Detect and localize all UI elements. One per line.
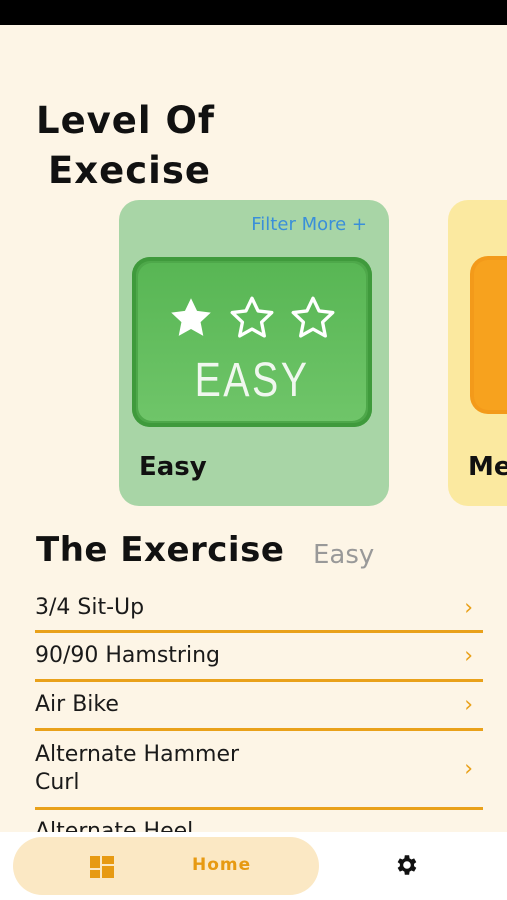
dashboard-icon [90,856,114,878]
exercise-name: Alternate Hammer Curl [35,742,240,795]
gear-icon[interactable] [393,852,419,878]
exercise-name: Air Bike [35,692,119,717]
easy-badge-text: EASY [194,354,310,407]
star-outline-icon [230,296,274,338]
exercise-name: 90/90 Hamstring [35,643,221,668]
level-card-easy[interactable]: Filter More + EASY Easy [119,200,389,506]
exercise-section-filter: Easy [313,540,375,570]
page-title: Level Of Execise [36,96,215,196]
exercise-list-item[interactable]: 90/90 Hamstring › [35,633,483,682]
easy-level-image: EASY [132,257,372,427]
exercise-list-item[interactable]: 3/4 Sit-Up › [35,585,483,633]
star-filled-icon [171,298,211,336]
chevron-right-icon: › [464,756,473,782]
exercise-list-item[interactable]: Alternate Hammer Curl › [35,731,483,810]
page-title-line1: Level Of [36,99,215,142]
level-card-medium[interactable]: Me [448,200,507,506]
chevron-right-icon: › [464,595,473,620]
difficulty-stars [138,293,366,347]
exercise-list-item[interactable]: Air Bike › [35,682,483,731]
level-card-label: Easy [139,452,207,482]
filter-more-link[interactable]: Filter More + [251,214,367,235]
exercise-list: 3/4 Sit-Up › 90/90 Hamstring › Air Bike … [35,585,483,850]
page-title-line2: Execise [48,149,211,192]
exercise-section-title: The Exercise [36,530,285,570]
bottom-navigation: Home [0,832,507,900]
level-carousel[interactable]: Filter More + EASY Easy Me [0,200,507,508]
medium-level-image [470,256,507,414]
level-card-label: Me [468,452,507,482]
exercise-name: 3/4 Sit-Up [35,594,145,620]
status-bar [0,0,507,25]
star-outline-icon [291,296,335,338]
nav-home-button[interactable]: Home [13,837,319,895]
chevron-right-icon: › [464,643,473,669]
nav-home-label: Home [192,855,252,875]
chevron-right-icon: › [464,692,473,718]
